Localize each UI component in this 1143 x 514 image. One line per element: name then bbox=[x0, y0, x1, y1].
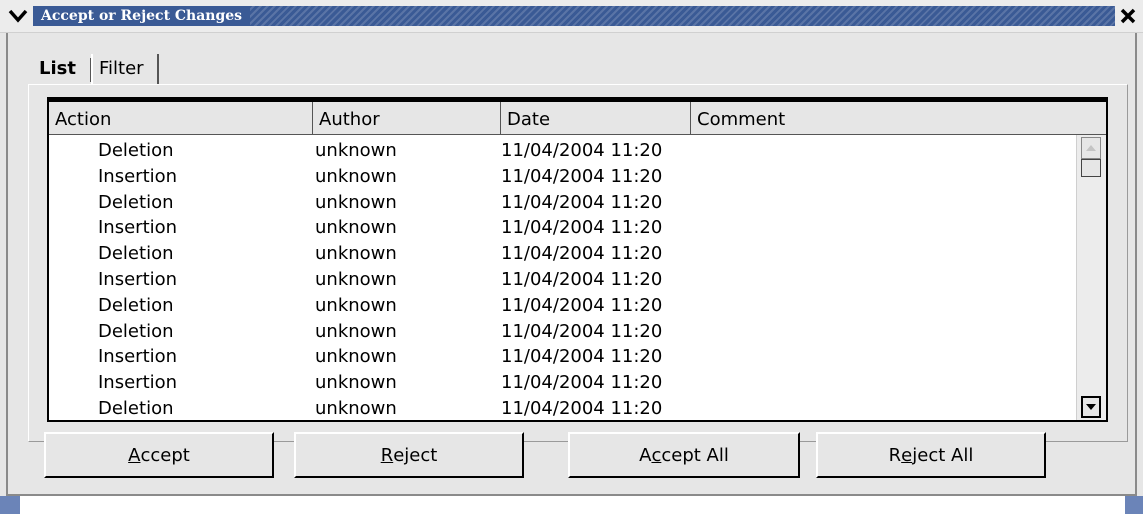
close-button[interactable] bbox=[1117, 6, 1139, 26]
reject-button[interactable]: Reject bbox=[294, 432, 524, 478]
tab-filter[interactable]: Filter bbox=[91, 54, 159, 84]
table-row[interactable]: Insertion unknown 11/04/2004 11:20 bbox=[49, 267, 1075, 293]
cell-author: unknown bbox=[315, 191, 397, 213]
window-menu-button[interactable] bbox=[6, 6, 30, 26]
cell-date: 11/04/2004 11:20 bbox=[501, 397, 663, 419]
cell-action: Insertion bbox=[98, 165, 178, 187]
arrow-up-icon bbox=[1086, 145, 1096, 151]
close-icon bbox=[1120, 8, 1136, 24]
cell-date: 11/04/2004 11:20 bbox=[501, 217, 663, 239]
accept-reject-dialog: Accept or Reject Changes List Filter Act… bbox=[0, 0, 1143, 496]
column-header-author[interactable]: Author bbox=[313, 102, 501, 135]
table-row[interactable]: Insertion unknown 11/04/2004 11:20 bbox=[49, 215, 1075, 241]
cell-date: 11/04/2004 11:20 bbox=[501, 320, 663, 342]
table-row[interactable]: Deletion unknown 11/04/2004 11:20 bbox=[49, 319, 1075, 345]
title-stripe: Accept or Reject Changes bbox=[33, 6, 1115, 26]
reject-all-button[interactable]: Re ject All bbox=[816, 432, 1046, 478]
cell-action: Insertion bbox=[98, 346, 178, 368]
table-row[interactable]: Deletion unknown 11/04/2004 11:20 bbox=[49, 190, 1075, 216]
cell-author: unknown bbox=[315, 268, 397, 290]
cell-action: Deletion bbox=[98, 320, 174, 342]
cell-author: unknown bbox=[315, 243, 397, 265]
cell-action: Insertion bbox=[98, 372, 178, 394]
cell-author: unknown bbox=[315, 217, 397, 239]
cell-date: 11/04/2004 11:20 bbox=[501, 191, 663, 213]
cell-date: 11/04/2004 11:20 bbox=[501, 268, 663, 290]
title-bar: Accept or Reject Changes bbox=[0, 0, 1143, 33]
table-row[interactable]: Insertion unknown 11/04/2004 11:20 bbox=[49, 370, 1075, 396]
cell-action: Insertion bbox=[98, 268, 178, 290]
changes-list[interactable]: Action Author Date Comment Deletion unkn… bbox=[47, 97, 1108, 422]
window-title: Accept or Reject Changes bbox=[33, 6, 251, 26]
cell-action: Deletion bbox=[98, 294, 174, 316]
cell-date: 11/04/2004 11:20 bbox=[501, 294, 663, 316]
tab-list[interactable]: List bbox=[33, 54, 91, 84]
cell-action: Deletion bbox=[98, 397, 174, 419]
cell-date: 11/04/2004 11:20 bbox=[501, 165, 663, 187]
cell-author: unknown bbox=[315, 346, 397, 368]
column-header-row: Action Author Date Comment bbox=[49, 99, 1106, 135]
accept-button[interactable]: Accept bbox=[44, 432, 274, 478]
cell-author: unknown bbox=[315, 320, 397, 342]
cell-date: 11/04/2004 11:20 bbox=[501, 346, 663, 368]
table-row[interactable]: Insertion unknown 11/04/2004 11:20 bbox=[49, 344, 1075, 370]
cell-author: unknown bbox=[315, 372, 397, 394]
cell-date: 11/04/2004 11:20 bbox=[501, 243, 663, 265]
cell-author: unknown bbox=[315, 397, 397, 419]
column-header-comment[interactable]: Comment bbox=[691, 102, 1106, 135]
column-header-action[interactable]: Action bbox=[49, 102, 313, 135]
cell-date: 11/04/2004 11:20 bbox=[501, 372, 663, 394]
cell-action: Deletion bbox=[98, 140, 174, 161]
table-row[interactable]: Deletion unknown 11/04/2004 11:20 bbox=[49, 396, 1075, 420]
table-row[interactable]: Deletion unknown 11/04/2004 11:20 bbox=[49, 138, 1075, 164]
table-row[interactable]: Deletion unknown 11/04/2004 11:20 bbox=[49, 241, 1075, 267]
cell-author: unknown bbox=[315, 294, 397, 316]
column-header-date[interactable]: Date bbox=[501, 102, 691, 135]
cell-date: 11/04/2004 11:20 bbox=[501, 140, 663, 161]
cell-author: unknown bbox=[315, 140, 397, 161]
scroll-down-button[interactable] bbox=[1081, 396, 1101, 418]
desktop-strip bbox=[0, 496, 1143, 514]
scrollbar-thumb[interactable] bbox=[1081, 159, 1101, 177]
accept-all-button[interactable]: Ac cept All bbox=[568, 432, 800, 478]
table-row[interactable]: Insertion unknown 11/04/2004 11:20 bbox=[49, 164, 1075, 190]
cell-author: unknown bbox=[315, 165, 397, 187]
arrow-down-icon bbox=[1086, 404, 1096, 410]
cell-action: Deletion bbox=[98, 191, 174, 213]
scroll-up-button[interactable] bbox=[1081, 137, 1101, 159]
cell-action: Deletion bbox=[98, 243, 174, 265]
chevron-down-icon bbox=[8, 9, 28, 23]
rows-container: Deletion unknown 11/04/2004 11:20 Insert… bbox=[49, 138, 1075, 420]
table-row[interactable]: Deletion unknown 11/04/2004 11:20 bbox=[49, 293, 1075, 319]
vertical-scrollbar[interactable] bbox=[1076, 135, 1106, 420]
cell-action: Insertion bbox=[98, 217, 178, 239]
